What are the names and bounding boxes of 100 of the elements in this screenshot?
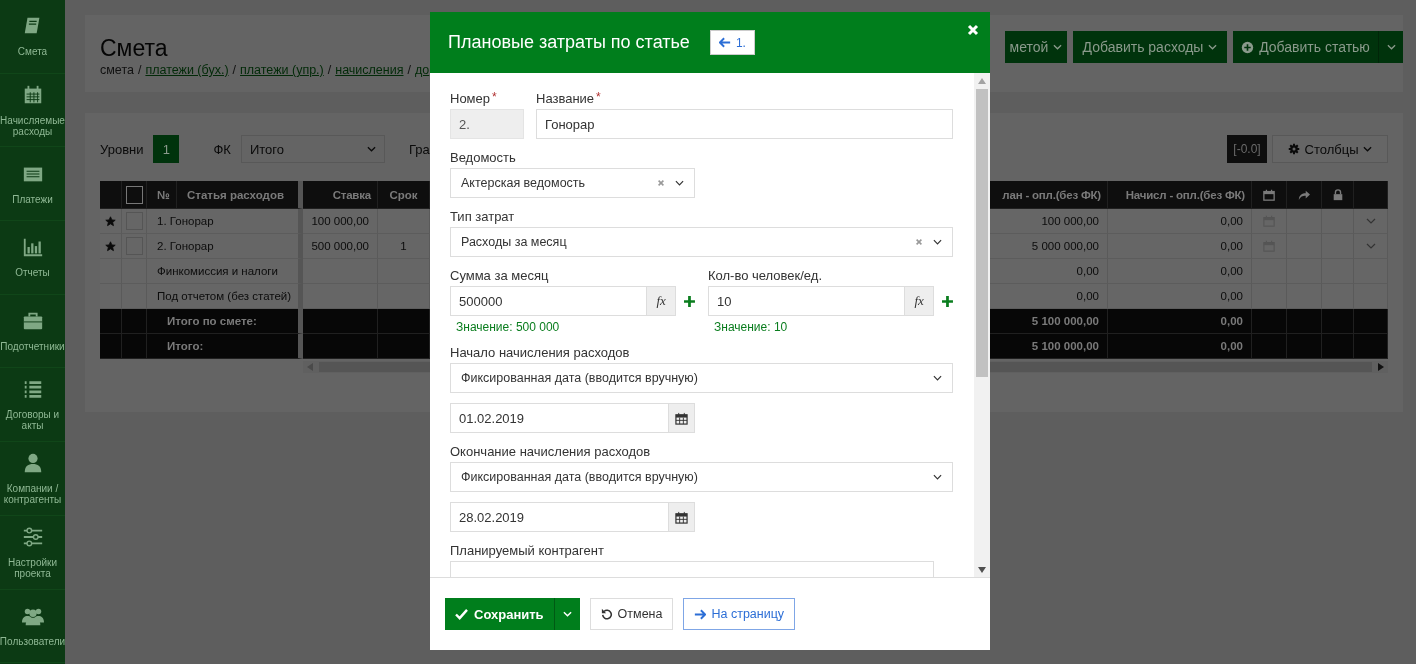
- select-all-checkbox[interactable]: [125, 185, 143, 204]
- table-cell: [1287, 334, 1322, 359]
- field-label: Начало начисления расходов: [450, 344, 631, 362]
- table-cell: Итого:: [147, 334, 303, 359]
- table-cell: [1252, 334, 1287, 359]
- calendar-button[interactable]: [668, 403, 695, 433]
- close-icon[interactable]: [967, 24, 979, 36]
- date-field[interactable]: 01.02.2019: [450, 403, 668, 433]
- rounding-button[interactable]: [-0.0]: [1227, 135, 1267, 163]
- chevron-icon: [933, 474, 942, 480]
- filter-label: Гра: [408, 141, 430, 157]
- dialog-title: Плановые затраты по статье: [448, 32, 690, 53]
- table-cell: [122, 334, 147, 359]
- field-label: Планируемый контрагент: [450, 542, 605, 560]
- vertical-scrollbar[interactable]: [974, 73, 990, 577]
- field-label: Сумма за месяц: [450, 267, 550, 285]
- calendar-icon: [675, 510, 688, 524]
- breadcrumb-separator: /: [407, 62, 411, 78]
- sliders-icon: [21, 525, 44, 548]
- chevron-icon: [366, 146, 376, 152]
- chevron-icon: [933, 375, 942, 381]
- star-icon[interactable]: [105, 240, 116, 252]
- table-cell: [1322, 334, 1354, 359]
- open-page-button[interactable]: На страницу: [683, 598, 796, 630]
- caret-icon: [1386, 44, 1396, 50]
- computed-value: Значение: 500 000: [455, 319, 561, 334]
- end-mode-dropdown[interactable]: Фиксированная дата (вводится вручную): [450, 462, 953, 492]
- clear-icon[interactable]: [657, 179, 665, 187]
- required-mark: *: [492, 89, 497, 106]
- clear-icon[interactable]: [915, 238, 923, 246]
- dropdown-button[interactable]: Добавить расходы: [1073, 31, 1227, 63]
- formula-button[interactable]: fx: [904, 286, 935, 316]
- start-mode-dropdown[interactable]: Фиксированная дата (вводится вручную): [450, 363, 953, 393]
- statement-dropdown[interactable]: Актерская ведомость: [450, 168, 695, 198]
- sidebar-item[interactable]: Начисляемые расходы: [0, 73, 65, 148]
- bar-chart-icon: [21, 236, 44, 259]
- plus-icon[interactable]: [684, 295, 695, 307]
- dropdown-button[interactable]: метой: [1005, 31, 1067, 63]
- columns-button[interactable]: Столбцы: [1272, 135, 1388, 163]
- arrow-left-icon: [718, 37, 731, 48]
- dropdown-toggle[interactable]: [553, 598, 580, 630]
- amount-field[interactable]: 500000: [450, 286, 647, 316]
- expand-icon[interactable]: [1365, 218, 1376, 224]
- sidebar-item[interactable]: Договоры и акты: [0, 368, 65, 443]
- sidebar-item[interactable]: Отчеты: [0, 221, 65, 295]
- table-cell: 0,00: [1108, 334, 1252, 359]
- caret-icon: [1053, 44, 1063, 50]
- calendar-icon: [675, 411, 688, 425]
- cost-type-dropdown[interactable]: Расходы за месяц: [450, 227, 953, 257]
- date-field[interactable]: 28.02.2019: [450, 502, 668, 532]
- back-button[interactable]: 1.: [709, 30, 755, 55]
- check-icon: [455, 608, 468, 620]
- sidebar-item[interactable]: Смета: [0, 0, 65, 74]
- chevron-icon: [675, 180, 684, 186]
- arrow-right-icon: [694, 608, 707, 620]
- lock-icon: [1331, 188, 1344, 201]
- field-label: Ведомость: [450, 149, 517, 167]
- sidebar-item[interactable]: Компании / контрагенты: [0, 442, 65, 516]
- plus-icon[interactable]: [942, 295, 953, 307]
- breadcrumb-current: смета: [100, 62, 134, 78]
- fk-dropdown[interactable]: Итого: [240, 135, 385, 163]
- table-cell: [1354, 334, 1388, 359]
- scroll-up-icon[interactable]: [978, 78, 986, 84]
- name-field[interactable]: Гонорар: [536, 109, 953, 139]
- sidebar-item[interactable]: Настройки проекта: [0, 515, 65, 590]
- star-icon[interactable]: [105, 215, 116, 227]
- contractor-field[interactable]: [450, 561, 934, 577]
- settings-icon: [1287, 143, 1300, 155]
- fk-label: ФК: [213, 141, 231, 157]
- formula-button[interactable]: fx: [646, 286, 677, 316]
- level-button[interactable]: 1: [153, 135, 180, 163]
- breadcrumb-separator: /: [137, 62, 142, 78]
- levels-label: Уровни: [100, 141, 144, 157]
- save-button[interactable]: Сохранить: [445, 598, 554, 630]
- field-label: Название: [536, 90, 595, 108]
- sidebar-item[interactable]: Платежи: [0, 147, 65, 222]
- dropdown-toggle[interactable]: [1378, 31, 1403, 63]
- scroll-down-icon[interactable]: [978, 567, 986, 573]
- caret-icon: [1208, 44, 1218, 50]
- scroll-right-icon[interactable]: [1378, 363, 1384, 371]
- calendar-button[interactable]: [668, 502, 695, 532]
- caret-icon: [562, 611, 572, 617]
- field-label: Окончание начисления расходов: [450, 443, 652, 461]
- caret-icon: [1363, 146, 1373, 152]
- cancel-button[interactable]: Отмена: [589, 598, 674, 630]
- quantity-field[interactable]: 10: [708, 286, 905, 316]
- undo-icon: [600, 608, 613, 620]
- required-mark: *: [596, 89, 601, 106]
- sidebar-item[interactable]: Подотчетники: [0, 294, 65, 369]
- page-title: Смета: [100, 35, 169, 62]
- table-cell: [100, 334, 122, 359]
- breadcrumb-separator: /: [327, 62, 332, 78]
- field-label: Кол-во человек/ед.: [708, 267, 823, 285]
- add-item-button[interactable]: Добавить статью: [1233, 31, 1378, 63]
- plus-circle-icon: [1241, 40, 1255, 54]
- calendar-icon: [1263, 188, 1275, 201]
- chevron-icon: [933, 239, 942, 245]
- expand-icon[interactable]: [1365, 243, 1376, 249]
- computed-value: Значение: 10: [713, 319, 789, 334]
- sidebar-item[interactable]: Пользователи: [0, 589, 65, 664]
